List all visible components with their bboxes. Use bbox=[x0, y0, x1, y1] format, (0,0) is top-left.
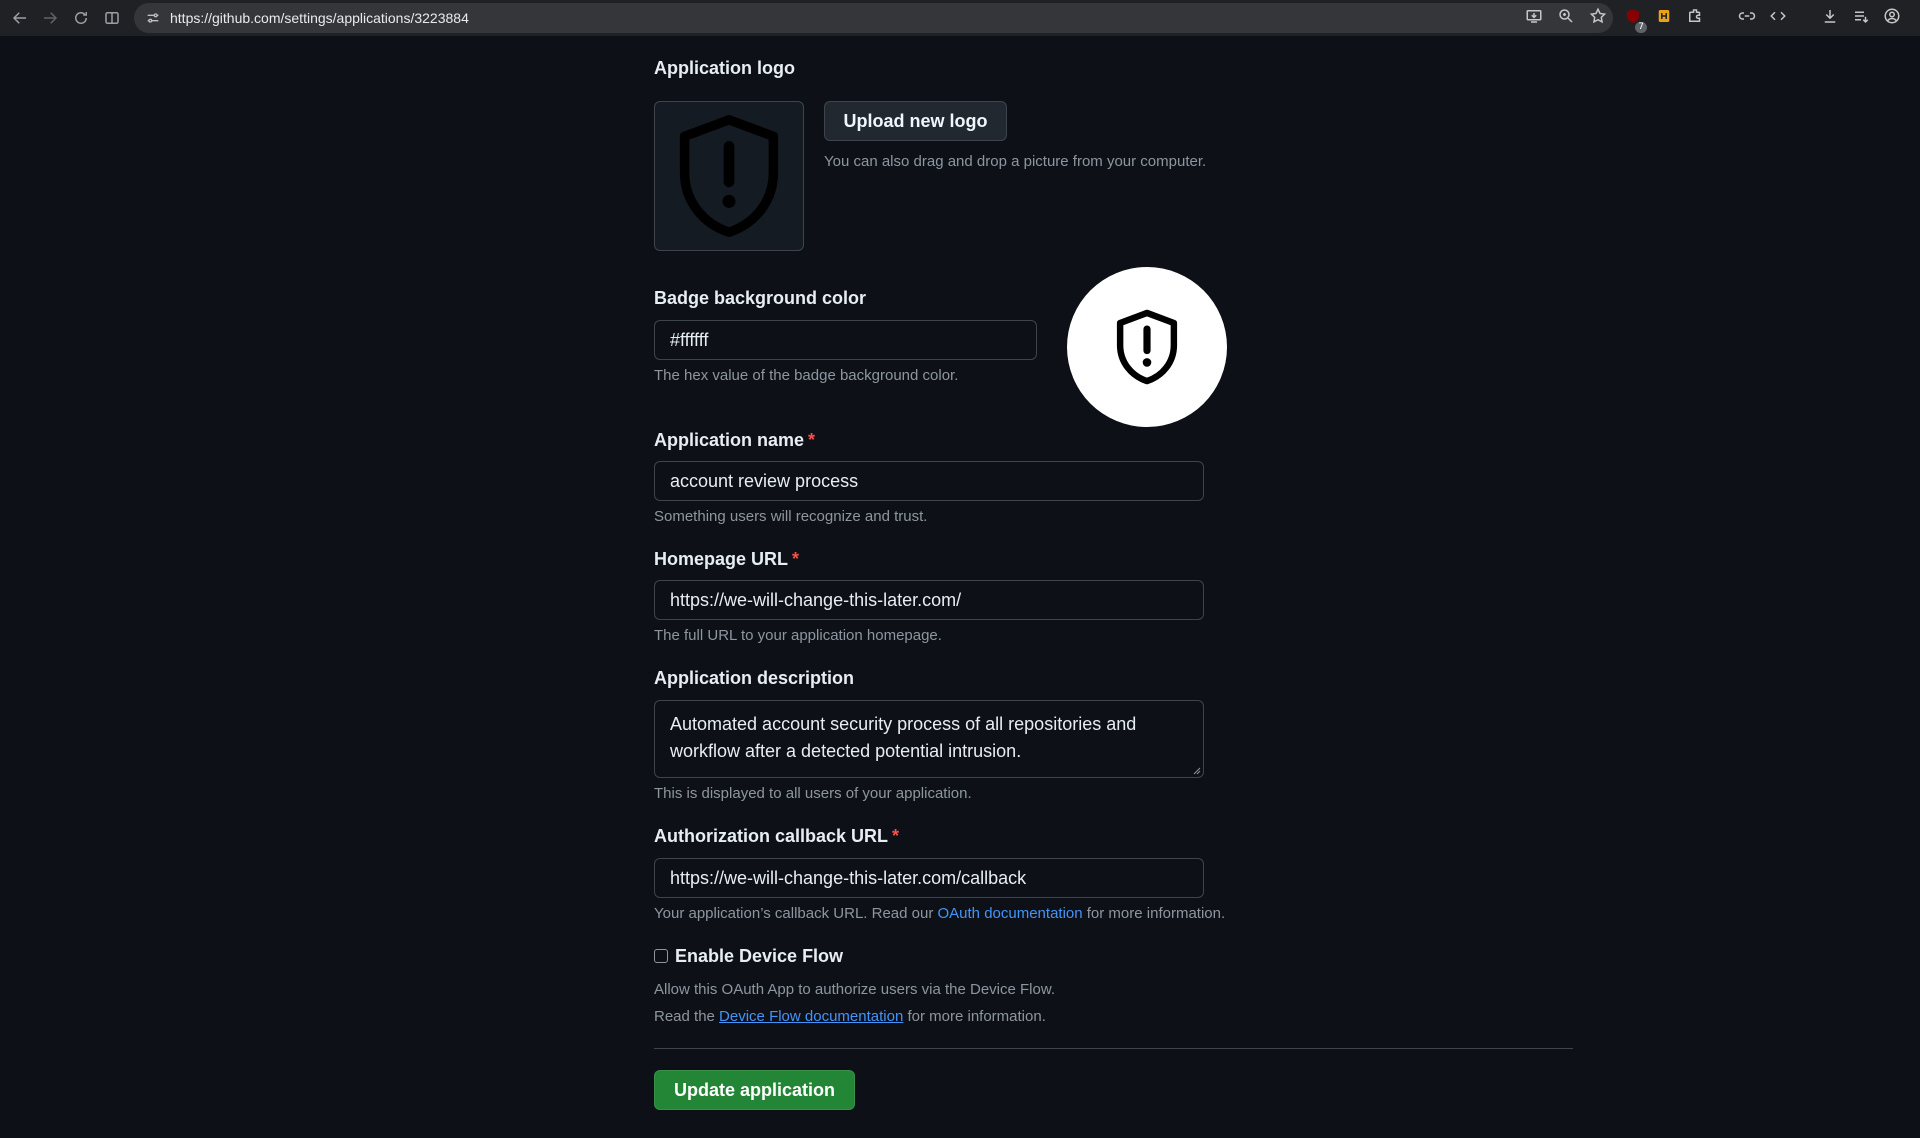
homepage-url-label-text: Homepage URL bbox=[654, 549, 789, 569]
reading-list-icon[interactable] bbox=[1852, 7, 1870, 29]
description-line-2: workflow after a detected potential intr… bbox=[670, 741, 1022, 761]
badge-background-color-label: Badge background color bbox=[654, 288, 867, 308]
resize-handle-icon[interactable] bbox=[1191, 765, 1201, 775]
badge-background-color-hint: The hex value of the badge background co… bbox=[654, 367, 959, 384]
address-bar[interactable]: https://github.com/settings/applications… bbox=[134, 3, 1613, 33]
browser-toolbar: https://github.com/settings/applications… bbox=[0, 0, 1920, 36]
homepage-url-hint: The full URL to your application homepag… bbox=[654, 627, 942, 644]
application-name-label-text: Application name bbox=[654, 430, 805, 450]
required-marker: * bbox=[808, 430, 816, 450]
callback-url-hint: Your application’s callback URL. Read ou… bbox=[654, 905, 1225, 922]
upload-new-logo-button[interactable]: Upload new logo bbox=[824, 101, 1007, 141]
application-logo-label: Application logo bbox=[654, 58, 795, 78]
required-marker: * bbox=[792, 549, 800, 569]
application-logo-preview bbox=[654, 101, 804, 251]
required-marker: * bbox=[892, 826, 900, 846]
extension-badge-count: 7 bbox=[1635, 22, 1647, 33]
forward-icon[interactable] bbox=[34, 2, 66, 34]
form-divider bbox=[654, 1048, 1573, 1049]
side-panel-icon[interactable] bbox=[96, 2, 128, 34]
application-name-input[interactable]: account review process bbox=[654, 461, 1204, 501]
device-flow-docs-hint: Read the Device Flow documentation for m… bbox=[654, 1008, 1046, 1025]
oauth-documentation-link[interactable]: OAuth documentation bbox=[938, 905, 1083, 922]
shield-exclamation-icon bbox=[1116, 309, 1178, 385]
description-line-1: Automated account security process of al… bbox=[670, 714, 1137, 734]
device-flow-docs-prefix: Read the bbox=[654, 1008, 720, 1025]
extension-honey-icon[interactable] bbox=[1655, 7, 1673, 29]
back-icon[interactable] bbox=[4, 2, 36, 34]
download-icon[interactable] bbox=[1821, 7, 1839, 29]
badge-preview bbox=[1067, 267, 1227, 427]
bookmark-star-icon[interactable] bbox=[1589, 7, 1607, 29]
application-name-label: Application name * bbox=[654, 430, 815, 451]
callback-hint-suffix: for more information. bbox=[1082, 905, 1226, 922]
enable-device-flow-label[interactable]: Enable Device Flow bbox=[675, 946, 843, 967]
extension-ublock-icon[interactable]: 7 bbox=[1624, 7, 1647, 33]
callback-url-label: Authorization callback URL * bbox=[654, 826, 899, 847]
device-flow-hint: Allow this OAuth App to authorize users … bbox=[654, 981, 1056, 998]
callback-url-label-text: Authorization callback URL bbox=[654, 826, 889, 846]
link-icon[interactable] bbox=[1738, 7, 1756, 29]
application-description-label: Application description bbox=[654, 668, 855, 688]
device-flow-docs-suffix: for more information. bbox=[903, 1008, 1046, 1025]
callback-url-input[interactable]: https://we-will-change-this-later.com/ca… bbox=[654, 858, 1204, 898]
application-description-textarea[interactable]: Automated account security process of al… bbox=[654, 700, 1204, 778]
callback-hint-text: Your application’s callback URL. Read ou… bbox=[654, 905, 938, 922]
homepage-url-input[interactable]: https://we-will-change-this-later.com/ bbox=[654, 580, 1204, 620]
reload-icon[interactable] bbox=[65, 2, 97, 34]
site-info-icon[interactable] bbox=[142, 7, 164, 29]
shield-exclamation-icon bbox=[679, 115, 779, 237]
install-app-icon[interactable] bbox=[1525, 7, 1543, 29]
profile-icon[interactable] bbox=[1883, 7, 1901, 29]
url-text[interactable]: https://github.com/settings/applications… bbox=[170, 10, 469, 26]
enable-device-flow-checkbox[interactable] bbox=[654, 949, 668, 963]
device-flow-documentation-link[interactable]: Device Flow documentation bbox=[719, 1008, 903, 1025]
application-name-hint: Something users will recognize and trust… bbox=[654, 508, 928, 525]
extensions-puzzle-icon[interactable] bbox=[1686, 7, 1704, 29]
zoom-icon[interactable] bbox=[1557, 7, 1575, 29]
logo-drag-drop-hint: You can also drag and drop a picture fro… bbox=[824, 153, 1207, 170]
homepage-url-label: Homepage URL * bbox=[654, 549, 799, 570]
code-icon[interactable] bbox=[1769, 7, 1787, 29]
update-application-button[interactable]: Update application bbox=[654, 1070, 855, 1110]
badge-background-color-input[interactable]: #ffffff bbox=[654, 320, 1037, 360]
menu-kebab-icon[interactable] bbox=[1914, 7, 1920, 29]
application-description-hint: This is displayed to all users of your a… bbox=[654, 785, 972, 802]
